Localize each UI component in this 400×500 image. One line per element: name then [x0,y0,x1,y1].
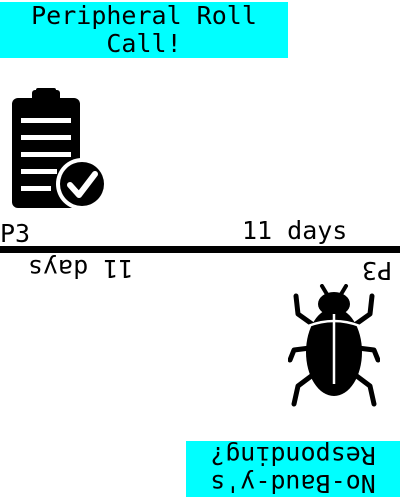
top-duration-label: 11 days [242,216,348,245]
clipboard-check-icon [10,88,110,213]
bottom-card-title: No-Baud-y's Responding? [186,441,400,498]
top-priority-label: P3 [0,219,31,248]
bottom-priority-label: P3 [362,256,393,285]
card-divider [0,246,400,253]
top-card-title: Peripheral Roll Call! [0,2,288,58]
beetle-bug-icon [287,284,381,414]
bottom-duration-label: 11 days [28,254,134,283]
